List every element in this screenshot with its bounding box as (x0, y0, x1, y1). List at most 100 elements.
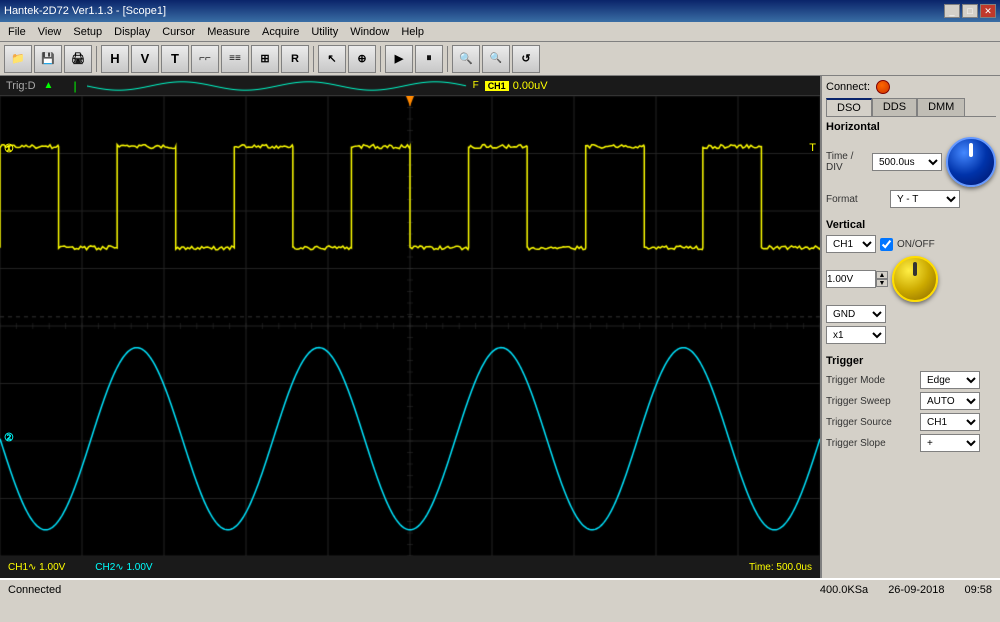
time-bottom-info: Time: 500.0us (749, 562, 812, 573)
time-div-select[interactable]: 500.0us 100.0us 200.0us 1.0ms (872, 153, 942, 171)
panel-tabs: DSO DDS DMM (826, 98, 996, 117)
status-date: 26-09-2018 (888, 584, 944, 596)
trigger-source-label: Trigger Source (826, 417, 916, 428)
voltage-input[interactable] (826, 270, 876, 288)
menu-help[interactable]: Help (395, 24, 430, 40)
channel-row: CH1 CH2 ON/OFF (826, 235, 996, 253)
ch2-bottom-info: CH2∿ 1.00V (95, 562, 152, 573)
trigger-flag: F (473, 80, 479, 91)
status-connected: Connected (8, 584, 61, 596)
tool-lines[interactable]: ≡≡ (221, 45, 249, 73)
tool-zoom-out[interactable]: 🔍 (482, 45, 510, 73)
toolbar-sep-4 (447, 46, 448, 72)
trigger-sweep-select[interactable]: AUTO NORMAL SINGLE (920, 392, 980, 410)
toolbar: 📁 💾 🖨 H V T ⌐⌐ ≡≡ ⊞ R ↖ ⊕ ▶ ⏸ 🔍 🔍 ↺ (0, 42, 1000, 76)
title-bar-text: Hantek-2D72 Ver1.1.3 - [Scope1] (4, 5, 166, 17)
format-select[interactable]: Y - T X - Y (890, 190, 960, 208)
tab-dds[interactable]: DDS (872, 98, 917, 116)
vertical-section: Vertical CH1 CH2 ON/OFF ▲ ▼ (826, 219, 996, 347)
horizontal-section: Horizontal Time / DIV 500.0us 100.0us 20… (826, 121, 996, 211)
tool-T[interactable]: T (161, 45, 189, 73)
status-right: 400.0KSa 26-09-2018 09:58 (820, 584, 992, 596)
voltage-up-btn[interactable]: ▲ (876, 271, 888, 279)
knob-marker (969, 143, 973, 157)
trigger-slope-row: Trigger Slope + - (826, 434, 996, 452)
ch1-level-marker: ① (4, 142, 14, 155)
trigger-mode-row: Trigger Mode Edge Pulse Video (826, 371, 996, 389)
tool-V[interactable]: V (131, 45, 159, 73)
voltage-knob-marker (913, 262, 917, 276)
tool-autoscale[interactable]: ↺ (512, 45, 540, 73)
trigger-mode-label: Trigger Mode (826, 375, 916, 386)
tool-pause[interactable]: ⏸ (415, 45, 443, 73)
sample-rate: 400.0KSa (820, 584, 868, 596)
scope-status-bar: Trig:D ▲ | F CH1 0.00uV (0, 76, 820, 96)
time-div-row: Time / DIV 500.0us 100.0us 200.0us 1.0ms (826, 137, 996, 187)
status-time: 09:58 (964, 584, 992, 596)
format-row: Format Y - T X - Y (826, 190, 996, 208)
toolbar-sep-3 (380, 46, 381, 72)
menu-utility[interactable]: Utility (305, 24, 344, 40)
voltage-row: ▲ ▼ (826, 256, 996, 302)
close-button[interactable]: ✕ (980, 4, 996, 18)
trigger-slope-select[interactable]: + - (920, 434, 980, 452)
tool-save[interactable]: 💾 (34, 45, 62, 73)
minimize-button[interactable]: _ (944, 4, 960, 18)
ch-onoff-checkbox[interactable] (880, 238, 893, 251)
menu-setup[interactable]: Setup (67, 24, 108, 40)
tab-dso[interactable]: DSO (826, 98, 872, 116)
tool-print[interactable]: 🖨 (64, 45, 92, 73)
tool-run[interactable]: ▶ (385, 45, 413, 73)
menu-display[interactable]: Display (108, 24, 156, 40)
connect-row: Connect: (826, 80, 996, 94)
scope-display: ① ② T (0, 96, 820, 556)
trigger-level-marker: T (809, 142, 816, 154)
probe-row: x1 x10 x100 (826, 326, 996, 344)
trigger-mode-select[interactable]: Edge Pulse Video (920, 371, 980, 389)
tool-H[interactable]: H (101, 45, 129, 73)
trig-label: Trig:D (6, 80, 36, 92)
trig-indicator: ▲ (44, 80, 54, 91)
tool-open[interactable]: 📁 (4, 45, 32, 73)
voltage-down-btn[interactable]: ▼ (876, 279, 888, 287)
menu-view[interactable]: View (32, 24, 68, 40)
tool-zoom-in[interactable]: 🔍 (452, 45, 480, 73)
title-bar-controls: _ □ ✕ (944, 4, 996, 18)
menu-measure[interactable]: Measure (201, 24, 256, 40)
trigger-source-row: Trigger Source CH1 CH2 EXT (826, 413, 996, 431)
scope-bottom-bar: CH1∿ 1.00V CH2∿ 1.00V Time: 500.0us (0, 556, 820, 578)
ch1-preview-waveform (87, 78, 467, 94)
format-label: Format (826, 194, 886, 205)
ch-onoff-label: ON/OFF (897, 239, 935, 250)
title-bar: Hantek-2D72 Ver1.1.3 - [Scope1] _ □ ✕ (0, 0, 1000, 22)
channel-select[interactable]: CH1 CH2 (826, 235, 876, 253)
tool-pulse[interactable]: ⌐⌐ (191, 45, 219, 73)
scope-waveform-canvas (0, 96, 820, 556)
voltage-knob[interactable] (892, 256, 938, 302)
ch1-tag: CH1 (485, 81, 509, 91)
ch1-bottom-info: CH1∿ 1.00V (8, 562, 65, 573)
coupling-select[interactable]: GND DC AC (826, 305, 886, 323)
trigger-position-line: | (73, 79, 76, 93)
menu-acquire[interactable]: Acquire (256, 24, 305, 40)
menu-cursor[interactable]: Cursor (156, 24, 201, 40)
status-bar: Connected 400.0KSa 26-09-2018 09:58 (0, 578, 1000, 600)
right-panel: Connect: DSO DDS DMM Horizontal Time / D… (820, 76, 1000, 578)
tool-cursor-cross[interactable]: ⊕ (348, 45, 376, 73)
tool-reset[interactable]: R (281, 45, 309, 73)
trigger-source-select[interactable]: CH1 CH2 EXT (920, 413, 980, 431)
tool-cursor-arrow[interactable]: ↖ (318, 45, 346, 73)
menu-file[interactable]: File (2, 24, 32, 40)
probe-select[interactable]: x1 x10 x100 (826, 326, 886, 344)
toolbar-sep-2 (313, 46, 314, 72)
vertical-title: Vertical (826, 219, 996, 231)
connect-led (876, 80, 890, 94)
ch1-value: 0.00uV (513, 80, 548, 92)
ch2-level-marker: ② (4, 431, 14, 444)
tab-dmm[interactable]: DMM (917, 98, 965, 116)
menu-window[interactable]: Window (344, 24, 395, 40)
maximize-button[interactable]: □ (962, 4, 978, 18)
tool-grid[interactable]: ⊞ (251, 45, 279, 73)
time-div-knob[interactable] (946, 137, 996, 187)
trigger-sweep-row: Trigger Sweep AUTO NORMAL SINGLE (826, 392, 996, 410)
